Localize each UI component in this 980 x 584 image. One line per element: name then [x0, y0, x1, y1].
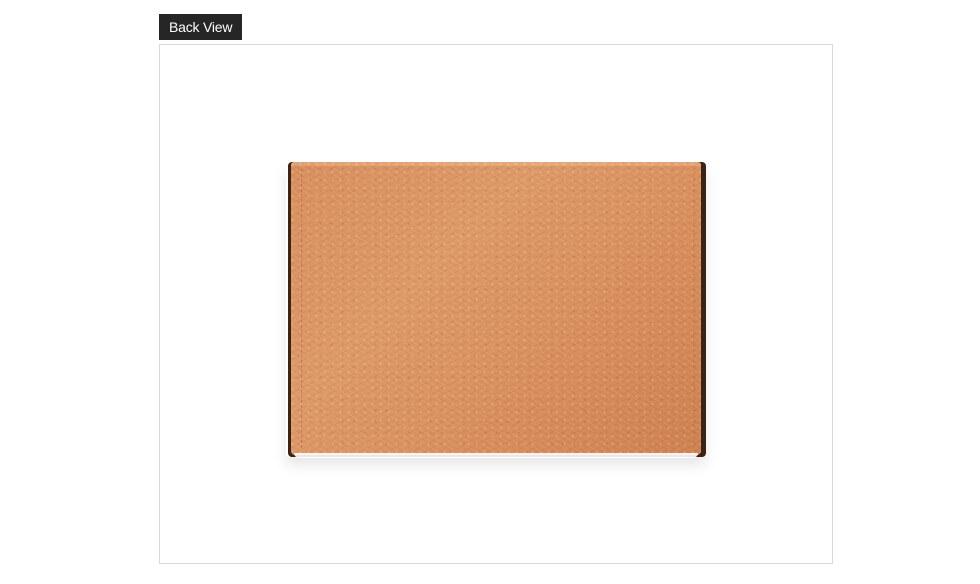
product-image-frame	[159, 44, 833, 564]
wallet-stitching	[301, 169, 694, 448]
back-view-label: Back View	[159, 14, 243, 40]
wallet-top-highlight	[291, 162, 701, 166]
wallet-back-image	[291, 162, 701, 458]
wallet-bottom-edge	[294, 453, 698, 458]
